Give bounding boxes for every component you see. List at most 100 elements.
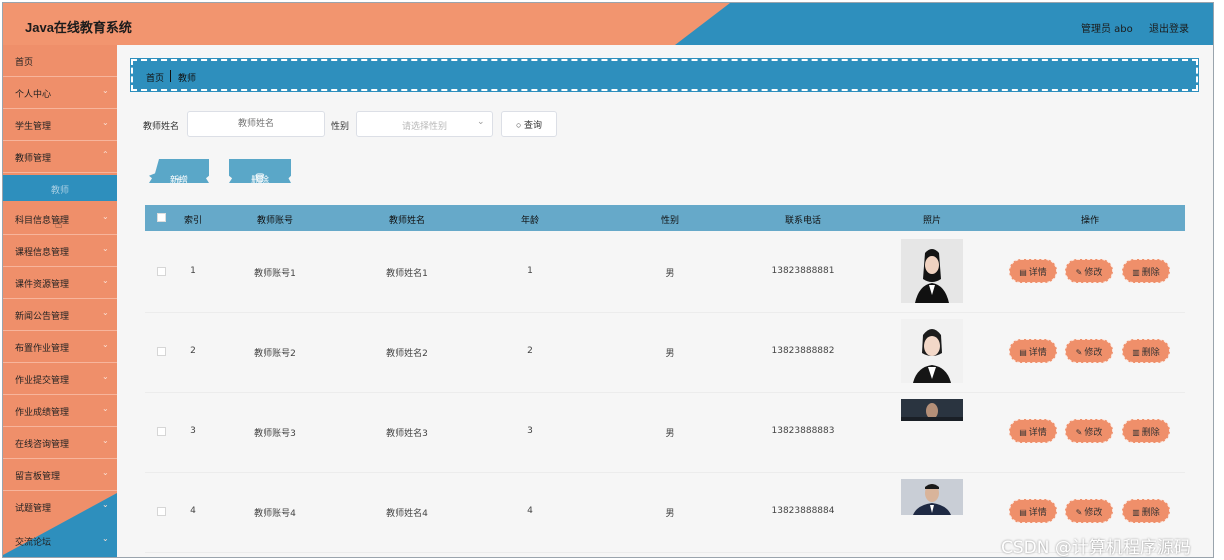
teacher-photo (901, 319, 963, 383)
admin-user-label[interactable]: 管理员 abo (1081, 20, 1133, 35)
edit-icon: ✎ (1075, 507, 1083, 517)
cell-gender: 男 (665, 429, 675, 439)
cell-name: 教师姓名1 (386, 269, 428, 279)
sidebar-item-courses[interactable]: 课程信息管理 ⌄ (3, 235, 117, 267)
cell-phone: 13823888883 (771, 426, 835, 436)
edit-button-label: 修改 (1084, 426, 1103, 437)
sidebar-item-consult[interactable]: 在线咨询管理 ⌄ (3, 427, 117, 459)
row-checkbox[interactable] (157, 507, 166, 516)
sidebar-item-courseware[interactable]: 课件资源管理 ⌄ (3, 267, 117, 299)
edit-button[interactable]: ✎ 修改 (1065, 499, 1113, 523)
sidebar-item-students[interactable]: 学生管理 ⌄ (3, 109, 117, 141)
sidebar-item-assign-homework[interactable]: 布置作业管理 ⌄ (3, 331, 117, 363)
cell-account: 教师账号2 (254, 349, 296, 359)
edit-button[interactable]: ✎ 修改 (1065, 339, 1113, 363)
sidebar-item-forum[interactable]: 交流论坛 ⌄ (3, 525, 117, 557)
table-row: 3 教师账号3 教师姓名3 3 男 13823888883 ▤ 详情 ✎ 修改 ▥ 删… (145, 393, 1185, 473)
sidebar-item-teachers[interactable]: 教师管理 ⌃ (3, 141, 117, 173)
cell-account: 教师账号1 (254, 269, 296, 279)
watermark-text: CSDN @计算机程序源码 (1001, 538, 1191, 558)
app-window: Java在线教育系统 管理员 abo 退出登录 首页 个人中心 ⌄ 学生管理 ⌄… (2, 2, 1214, 558)
delete-button[interactable]: ▥ 删除 (1122, 419, 1170, 443)
gender-select-placeholder: 请选择性别 (401, 122, 447, 132)
edit-button[interactable]: ✎ 修改 (1065, 259, 1113, 283)
delete-button[interactable]: ▥ 删除 (1122, 259, 1170, 283)
column-header: 年龄 (520, 216, 539, 226)
sidebar-item-label: 在线咨询管理 (15, 440, 70, 450)
chevron-down-icon: ⌄ (102, 308, 109, 317)
row-checkbox[interactable] (157, 267, 166, 276)
sidebar-item-news[interactable]: 新闻公告管理 ⌄ (3, 299, 117, 331)
detail-button[interactable]: ▤ 详情 (1009, 259, 1057, 283)
sidebar-item-homework-grades[interactable]: 作业成绩管理 ⌄ (3, 395, 117, 427)
main-content: 首页 教师 教师姓名 性别 请选择性别 ⌄ ○ 查询 ＋ 新增 🗑 删除 (119, 45, 1213, 557)
row-checkbox[interactable] (157, 427, 166, 436)
sidebar-item-questions[interactable]: 试题管理 ⌄ (3, 491, 117, 523)
gender-label: 性别 (331, 122, 350, 132)
cell-age: 2 (527, 346, 533, 356)
chevron-down-icon: ⌄ (102, 212, 109, 221)
trash-icon: ▥ (1132, 427, 1140, 437)
cell-phone: 13823888884 (771, 506, 835, 516)
document-icon: ▤ (1019, 427, 1027, 437)
cell-gender: 男 (665, 509, 675, 519)
cell-phone: 13823888882 (771, 346, 835, 356)
breadcrumb-current: 教师 (178, 74, 197, 84)
row-checkbox[interactable] (157, 347, 166, 356)
query-button[interactable]: ○ 查询 (501, 111, 557, 137)
cell-age: 3 (527, 426, 533, 436)
sidebar-item-home[interactable]: 首页 (3, 45, 117, 77)
portrait-image (901, 239, 963, 303)
table-row: 2 教师账号2 教师姓名2 2 男 13823888882 ▤详情 ✎修改 (145, 313, 1185, 393)
detail-button[interactable]: ▤ 详情 (1009, 419, 1057, 443)
breadcrumb-home[interactable]: 首页 (146, 71, 164, 84)
chevron-down-icon: ⌄ (102, 340, 109, 349)
teacher-table: 索引 教师账号 教师姓名 年龄 性别 联系电话 照片 操作 1 教师账号1 教师… (145, 205, 1185, 557)
column-header: 索引 (183, 216, 202, 226)
portrait-image (901, 479, 963, 515)
sidebar-subitem-teacher[interactable]: 教师 (3, 175, 117, 201)
cell-name: 教师姓名4 (386, 509, 428, 519)
teacher-photo (901, 479, 963, 515)
chevron-down-icon: ⌄ (102, 86, 109, 95)
logout-link[interactable]: 退出登录 (1149, 20, 1189, 35)
delete-button[interactable]: ▥ 删除 (1122, 499, 1170, 523)
trash-icon: ▥ (1132, 507, 1140, 517)
search-icon: ○ (516, 119, 522, 130)
delete-button[interactable]: ▥ 删除 (1122, 339, 1170, 363)
sidebar-item-label: 课件资源管理 (15, 280, 70, 290)
select-all-checkbox[interactable] (157, 213, 166, 222)
gender-select[interactable]: 请选择性别 (356, 111, 493, 137)
cell-gender: 男 (665, 269, 675, 279)
sidebar-item-homework-submit[interactable]: 作业提交管理 ⌄ (3, 363, 117, 395)
detail-button-label: 详情 (1028, 266, 1047, 277)
sidebar-item-personal-center[interactable]: 个人中心 ⌄ (3, 77, 117, 109)
delete-row-button-label: 删除 (1141, 346, 1160, 357)
table-row: 1 教师账号1 教师姓名1 1 男 13823888881 ▤详情 ✎修改 (145, 233, 1185, 313)
breadcrumb-separator (170, 70, 171, 82)
chevron-down-icon: ⌄ (102, 276, 109, 285)
add-button[interactable]: ＋ 新增 (149, 159, 209, 183)
sidebar-item-message-board[interactable]: 留言板管理 ⌄ (3, 459, 117, 491)
chevron-down-icon: ⌄ (102, 372, 109, 381)
portrait-image (901, 399, 963, 421)
batch-delete-button[interactable]: 🗑 删除 (229, 159, 291, 183)
detail-button-label: 详情 (1028, 426, 1047, 437)
sidebar-item-label: 试题管理 (15, 504, 52, 514)
chevron-down-icon: ⌄ (102, 118, 109, 127)
sidebar-item-label: 作业成绩管理 (15, 408, 70, 418)
cell-gender: 男 (665, 349, 675, 359)
teacher-name-input[interactable] (187, 111, 325, 137)
detail-button[interactable]: ▤ 详情 (1009, 339, 1057, 363)
sidebar-item-label: 学生管理 (15, 122, 52, 132)
cell-name: 教师姓名2 (386, 349, 428, 359)
delete-row-button-label: 删除 (1141, 266, 1160, 277)
edit-button[interactable]: ✎ 修改 (1065, 419, 1113, 443)
chevron-down-icon: ⌄ (102, 436, 109, 445)
teacher-photo (901, 239, 963, 303)
detail-button[interactable]: ▤ 详情 (1009, 499, 1057, 523)
teacher-name-label: 教师姓名 (143, 122, 180, 132)
cell-age: 4 (527, 506, 533, 516)
cell-account: 教师账号3 (254, 429, 296, 439)
chevron-down-icon: ⌄ (102, 244, 109, 253)
